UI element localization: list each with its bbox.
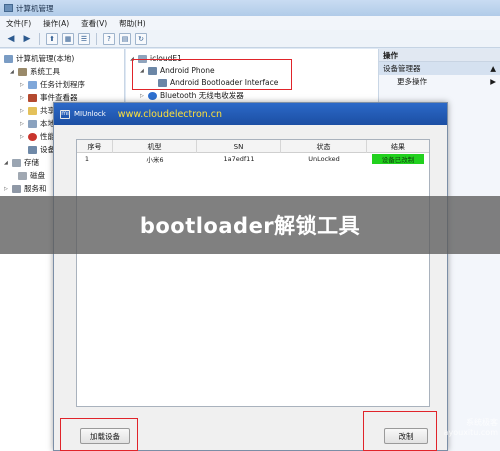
tree-label: 存储 [24, 158, 39, 167]
tree-label: 服务和 [24, 184, 47, 193]
expand-right-icon[interactable]: ▷ [20, 121, 25, 127]
actions-more-label: 更多操作 [397, 77, 427, 86]
disk-icon [18, 171, 27, 180]
expand-right-icon[interactable]: ▷ [140, 93, 145, 99]
cell-status: UnLocked [308, 155, 340, 163]
table-header: 序号 机型 SN 状态 结果 [77, 140, 429, 153]
services-icon [12, 184, 21, 193]
cell-result: 设备已改制 [372, 154, 424, 164]
folder-up-icon[interactable]: ⬆ [46, 32, 58, 45]
tree-item-services[interactable]: ▷ 服务和 [4, 183, 47, 194]
highlight-load-button [60, 418, 138, 451]
back-arrow-icon[interactable]: ◀ [5, 33, 17, 45]
cm-window-title: 计算机管理 [16, 3, 54, 13]
actions-section-label: 设备管理器 [383, 64, 421, 73]
expand-right-icon[interactable]: ▷ [20, 82, 25, 88]
column-result[interactable]: 结果 [367, 140, 429, 153]
refresh-icon[interactable]: ↻ [135, 32, 147, 45]
computer-management-app-icon [4, 4, 13, 12]
storage-icon [12, 158, 21, 167]
forward-arrow-icon[interactable]: ▶ [21, 33, 33, 45]
watermark-line1: 系统极客 [466, 418, 498, 427]
miunlock-window: mi MIUnlock www.cloudelectron.cn 序号 机型 S… [53, 102, 448, 451]
tree-item-disk-management[interactable]: 磁盘 [18, 170, 45, 181]
device-label: Bluetooth 无线电收发器 [160, 91, 244, 100]
computer-icon [4, 54, 13, 63]
tree-label: 系统工具 [30, 67, 60, 76]
bluetooth-icon [148, 91, 157, 100]
tree-item-system-tools[interactable]: ◢ 系统工具 [10, 66, 60, 77]
cell-sn: 1a7edf11 [223, 155, 255, 163]
tree-item-task-scheduler[interactable]: ▷ 任务计划程序 [20, 79, 85, 90]
clock-icon [28, 80, 37, 89]
properties-icon[interactable]: ▤ [119, 32, 131, 45]
toolbar-separator [39, 32, 40, 45]
tree-label: 任务计划程序 [40, 80, 85, 89]
shared-folder-icon [28, 106, 37, 115]
tree-item-shared-folders[interactable]: ▷ 共享 [20, 105, 55, 116]
tree-item-performance[interactable]: ▷ 性能 [20, 131, 55, 142]
highlight-android-devices [132, 59, 292, 90]
watermark: 系统极客 ayouxitu.com [424, 418, 498, 438]
toolbar-separator [96, 32, 97, 45]
device-table: 序号 机型 SN 状态 结果 1 小米6 1a7edf11 UnLocked 设… [76, 139, 430, 407]
miunlock-title: MIUnlock [74, 110, 106, 118]
device-manager-icon [28, 145, 37, 154]
column-status[interactable]: 状态 [281, 140, 367, 153]
menu-view[interactable]: 查看(V) [81, 18, 107, 29]
expand-right-icon[interactable]: ▷ [4, 186, 9, 192]
menu-file[interactable]: 文件(F) [6, 18, 31, 29]
tree-label: 磁盘 [30, 171, 45, 180]
column-index[interactable]: 序号 [77, 140, 113, 153]
tree-item-storage[interactable]: ◢ 存储 [4, 157, 39, 168]
tree-label: 计算机管理(本地) [16, 54, 75, 63]
menu-help[interactable]: 帮助(H) [119, 18, 146, 29]
device-bluetooth[interactable]: ▷ Bluetooth 无线电收发器 [140, 90, 244, 101]
tree-item-local-users[interactable]: ▷ 本地 [20, 118, 55, 129]
tree-item-computer-management[interactable]: 计算机管理(本地) [4, 53, 74, 64]
event-viewer-icon [28, 93, 37, 102]
cell-index: 1 [84, 155, 90, 163]
list-icon[interactable]: ☰ [78, 32, 90, 45]
cm-menubar: 文件(F) 操作(A) 查看(V) 帮助(H) [0, 16, 500, 30]
panel-icon[interactable]: ▦ [62, 32, 74, 45]
expand-right-icon[interactable]: ▷ [20, 134, 25, 140]
watermark-line2: ayouxitu.com [443, 428, 498, 437]
cell-model: 小米6 [146, 156, 164, 164]
help-icon[interactable]: ? [103, 32, 115, 45]
expand-down-icon[interactable]: ◢ [10, 69, 15, 75]
miunlock-url: www.cloudelectron.cn [117, 108, 223, 120]
actions-device-manager[interactable]: 设备管理器 ▲ [379, 62, 500, 75]
miunlock-titlebar: mi MIUnlock www.cloudelectron.cn [54, 103, 447, 125]
users-icon [28, 119, 37, 128]
menu-action[interactable]: 操作(A) [43, 18, 69, 29]
performance-icon [28, 132, 37, 141]
expand-down-icon[interactable]: ◢ [4, 160, 9, 166]
mi-logo-icon: mi [60, 109, 70, 119]
tree-item-device-manager[interactable]: 设备 [28, 144, 55, 155]
cm-toolbar: ◀ ▶ ⬆ ▦ ☰ ? ▤ ↻ [0, 30, 500, 48]
column-model[interactable]: 机型 [113, 140, 197, 153]
actions-header: 操作 [379, 49, 500, 62]
expand-right-icon[interactable]: ▷ [20, 108, 25, 114]
banner-text: bootloader解锁工具 [139, 214, 361, 238]
collapse-up-icon[interactable]: ▲ [490, 64, 496, 73]
expand-right-icon[interactable]: ▷ [20, 95, 25, 101]
submenu-arrow-icon: ▶ [490, 77, 496, 86]
actions-more[interactable]: 更多操作 ▶ [379, 75, 500, 88]
column-sn[interactable]: SN [197, 140, 281, 153]
cm-titlebar: 计算机管理 [0, 0, 500, 16]
title-banner: bootloader解锁工具 [0, 196, 500, 254]
tools-icon [18, 67, 27, 76]
